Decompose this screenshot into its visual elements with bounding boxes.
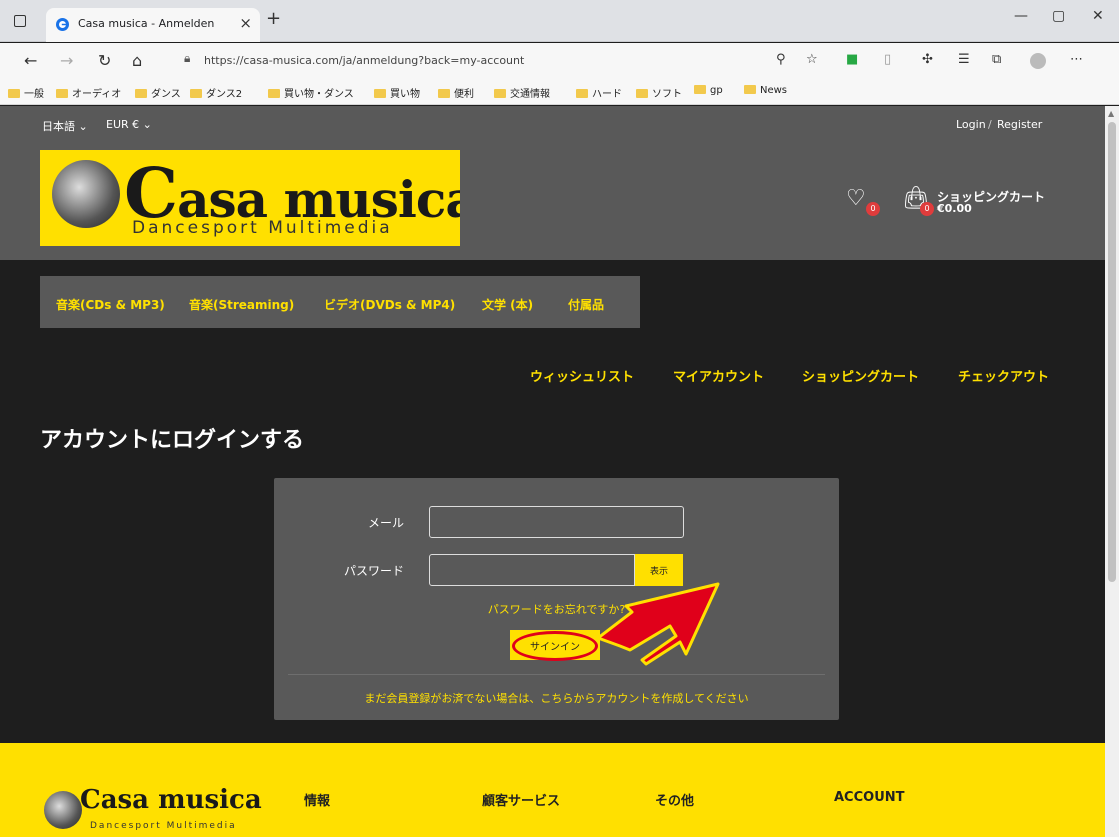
register-link[interactable]: Register	[997, 118, 1042, 131]
address-bar[interactable]: 🔒︎ https://casa-musica.com/ja/anmeldung?…	[176, 49, 826, 73]
folder-icon	[374, 89, 386, 98]
footer-heading-account: ACCOUNT	[834, 790, 905, 805]
extensions-icon[interactable]: ✣	[922, 52, 933, 67]
logo-subtitle: Dancesport Multimedia	[132, 218, 393, 238]
tab-actions-icon[interactable]	[14, 15, 26, 27]
checkout-link[interactable]: チェックアウト	[958, 366, 1049, 385]
back-icon[interactable]: ←	[24, 51, 37, 70]
collections-icon[interactable]: ⧉	[992, 52, 1001, 67]
bookmark-folder[interactable]: 買い物	[374, 85, 420, 100]
divider	[288, 674, 825, 675]
bookmarks-bar: 一般 オーディオ ダンス ダンス2 買い物・ダンス 買い物 便利 交通情報 ハー…	[0, 79, 1119, 105]
cart-total: €0.00	[937, 202, 972, 215]
web-page: 日本語 ⌄ EUR € ⌄ Login / Register Casa musi…	[0, 106, 1105, 837]
folder-icon	[744, 85, 756, 94]
footer-logo[interactable]: Casa musica Dancesport Multimedia	[44, 785, 274, 835]
folder-icon	[438, 89, 450, 98]
profile-avatar[interactable]	[1030, 53, 1046, 69]
site-logo[interactable]: Casa musica Dancesport Multimedia	[40, 150, 460, 246]
bookmark-folder[interactable]: オーディオ	[56, 85, 121, 100]
login-separator: /	[988, 118, 992, 131]
category-music-streaming[interactable]: 音楽(Streaming)	[189, 296, 294, 313]
bookmark-folder[interactable]: 交通情報	[494, 85, 550, 100]
footer-logo-globe-icon	[44, 791, 82, 829]
favorites-icon[interactable]: ☰	[958, 52, 970, 67]
folder-icon	[636, 89, 648, 98]
footer-heading-info: 情報	[304, 794, 331, 809]
annotation-arrow-icon	[596, 582, 720, 666]
bookmark-folder[interactable]: ソフト	[636, 85, 682, 100]
page-scrollbar[interactable]: ▲	[1105, 106, 1119, 837]
shopping-cart-link[interactable]: ショッピングカート	[802, 366, 919, 385]
category-accessories[interactable]: 付属品	[568, 296, 604, 313]
forgot-password-link[interactable]: パスワードをお忘れですか?	[274, 601, 839, 617]
footer-heading-other: その他	[655, 794, 695, 809]
page-info-icon[interactable]: 🔒︎	[184, 51, 190, 66]
folder-icon	[56, 89, 68, 98]
sign-in-button[interactable]: サインイン	[510, 630, 600, 660]
refresh-icon[interactable]: ↻	[98, 51, 111, 70]
wishlist-link[interactable]: ウィッシュリスト	[530, 366, 634, 385]
folder-icon	[268, 89, 280, 98]
category-music-cds[interactable]: 音楽(CDs & MP3)	[56, 296, 165, 313]
bookmark-folder[interactable]: ダンス2	[190, 85, 242, 100]
login-link[interactable]: Login	[956, 118, 986, 131]
site-footer: Casa musica Dancesport Multimedia 情報 顧客サ…	[0, 743, 1105, 837]
scrollbar-thumb[interactable]	[1108, 122, 1116, 582]
wishlist-count-badge: 0	[866, 202, 880, 216]
bookmark-folder[interactable]: 便利	[438, 85, 474, 100]
browser-tab[interactable]: Casa musica - Anmelden ×	[46, 8, 260, 42]
address-url: https://casa-musica.com/ja/anmeldung?bac…	[204, 54, 525, 67]
email-label: メール	[367, 516, 404, 530]
language-selector[interactable]: 日本語 ⌄	[42, 118, 88, 134]
email-field[interactable]	[429, 506, 684, 538]
tab-title: Casa musica - Anmelden	[78, 17, 215, 30]
tab-close-icon[interactable]: ×	[239, 14, 252, 32]
forward-icon[interactable]: →	[60, 51, 73, 70]
search-key-icon[interactable]: ⚲	[776, 52, 786, 67]
footer-brand: Casa musica	[80, 785, 262, 815]
site-header: Casa musica Dancesport Multimedia ♡ 0 👜︎…	[0, 142, 1105, 260]
bookmark-folder[interactable]: News	[744, 85, 787, 96]
scroll-up-icon[interactable]: ▲	[1108, 109, 1114, 118]
home-icon[interactable]: ⌂	[132, 51, 142, 70]
create-account-link[interactable]: まだ会員登録がお済でない場合は、こちらからアカウントを作成してください	[274, 690, 839, 706]
folder-icon	[576, 89, 588, 98]
new-tab-icon[interactable]: +	[266, 8, 281, 29]
footer-heading-customer-service: 顧客サービス	[482, 794, 561, 809]
category-video[interactable]: ビデオ(DVDs & MP4)	[324, 296, 455, 313]
add-favorite-icon[interactable]: ☆	[806, 52, 818, 67]
minimize-icon[interactable]: —	[1014, 8, 1028, 24]
folder-icon	[694, 85, 706, 94]
bookmark-folder[interactable]: gp	[694, 85, 723, 96]
category-books[interactable]: 文学 (本)	[482, 296, 533, 313]
address-toolbar: ← → ↻ ⌂ 🔒︎ https://casa-musica.com/ja/an…	[0, 43, 1119, 79]
bookmark-folder[interactable]: ハード	[576, 85, 622, 100]
category-nav: 音楽(CDs & MP3) 音楽(Streaming) ビデオ(DVDs & M…	[40, 276, 640, 328]
bookmark-folder[interactable]: ダンス	[135, 85, 181, 100]
cart-count-badge: 0	[920, 202, 934, 216]
currency-selector[interactable]: EUR € ⌄	[106, 118, 152, 131]
top-bar: 日本語 ⌄ EUR € ⌄ Login / Register	[0, 106, 1105, 142]
password-label: パスワード	[343, 564, 404, 578]
folder-icon	[494, 89, 506, 98]
browser-tab-bar: Casa musica - Anmelden × + — ▢ ✕	[0, 0, 1119, 42]
logo-globe-icon	[52, 160, 120, 228]
page-title: アカウントにログインする	[40, 428, 305, 453]
login-form: メール パスワード 表示 パスワードをお忘れですか? サインイン まだ会員登録が…	[274, 478, 839, 720]
bookmark-folder[interactable]: 一般	[8, 85, 44, 100]
maximize-icon[interactable]: ▢	[1052, 8, 1065, 24]
footer-brand-subtitle: Dancesport Multimedia	[90, 821, 237, 831]
folder-icon	[135, 89, 147, 98]
wishlist-heart-icon[interactable]: ♡	[846, 186, 866, 211]
folder-icon	[8, 89, 20, 98]
extension-icon[interactable]: ▯	[884, 52, 891, 67]
site-favicon-icon	[56, 18, 69, 31]
checkbox-extension-icon[interactable]: ■	[846, 52, 858, 67]
bookmark-folder[interactable]: 買い物・ダンス	[268, 85, 354, 100]
my-account-link[interactable]: マイアカウント	[673, 366, 764, 385]
window-close-icon[interactable]: ✕	[1092, 8, 1104, 24]
folder-icon	[190, 89, 202, 98]
more-menu-icon[interactable]: ⋯	[1070, 52, 1083, 67]
